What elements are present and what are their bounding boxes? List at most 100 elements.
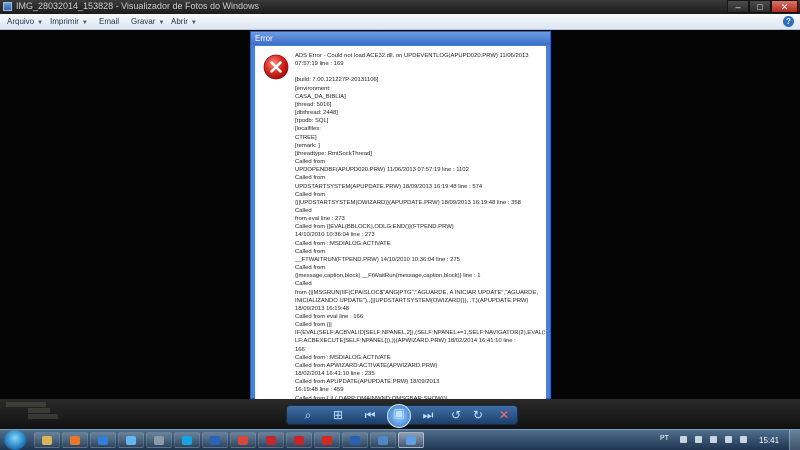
error-line: Called (295, 207, 312, 214)
tray-up-arrow-icon[interactable] (680, 436, 687, 443)
rotate-left-icon[interactable]: ↺ (448, 407, 464, 423)
error-line: Called from APUPDATE(APUPDATE.PRW) 18/09… (295, 379, 440, 386)
chevron-down-icon: ▼ (37, 20, 44, 26)
actual-size-icon[interactable]: ⊞ (330, 407, 346, 423)
error-line: Called from ::MSDIALOG:ACTIVATE (295, 240, 391, 247)
pdf-icon (322, 436, 332, 445)
error-icon (263, 54, 289, 80)
error-line: Called from (295, 191, 326, 198)
close-button[interactable]: ✕ (771, 0, 798, 13)
photo-viewer-app-icon (3, 2, 12, 11)
delete-icon[interactable]: ✕ (496, 407, 512, 423)
window-titlebar[interactable]: IMG_28032014_153828 - Visualizador de Fo… (0, 0, 800, 14)
error-line: 16:19:48 line : 459 (295, 387, 344, 394)
error-line: [remark: ] (295, 142, 320, 149)
next-icon[interactable]: ⏭ (420, 407, 436, 423)
start-button[interactable] (4, 430, 26, 450)
error-line: [environment: (295, 85, 331, 92)
window-title: IMG_28032014_153828 - Visualizador de Fo… (16, 1, 259, 11)
error-line: [localfiles: (295, 126, 321, 133)
error-message: ADS Error - Could not load ACE32.dll. on… (295, 52, 545, 399)
chevron-down-icon: ▼ (190, 20, 197, 26)
taskbar-button[interactable] (174, 432, 200, 448)
error-line: Called from (295, 159, 326, 166)
thumbnail-ghost (0, 399, 130, 419)
error-line: Called (295, 281, 312, 288)
error-line: from {||MSGRUN(IIF(CPAISLOC$"ANG|PTG","A… (295, 289, 538, 296)
chevron-down-icon: ▼ (158, 20, 165, 26)
tray-app-icon[interactable] (740, 436, 747, 443)
menu-email[interactable]: Email (99, 17, 119, 26)
error-line: CTREE] (295, 134, 317, 141)
error-line: 18/02/2014 16:41:10 line : 235 (295, 371, 375, 378)
error-line: from eval line : 273 (295, 216, 345, 223)
taskbar-button[interactable] (342, 432, 368, 448)
error-line: [thread: 5016] (295, 101, 332, 108)
menu-imprimir[interactable]: Imprimir ▼ (50, 17, 88, 26)
menu-email-label: Email (99, 17, 120, 26)
word-icon (350, 436, 360, 445)
menu-bar: Arquivo ▼ Imprimir ▼ Email Gravar ▼ Abrir ▼ … (0, 14, 800, 30)
menu-gravar[interactable]: Gravar ▼ (131, 17, 164, 26)
error-line: [dbthread: 2448] (295, 110, 338, 117)
network-icon[interactable] (710, 436, 717, 443)
taskbar-button[interactable] (398, 432, 424, 448)
help-icon[interactable]: ? (783, 16, 794, 27)
taskbar-button[interactable] (34, 432, 60, 448)
error-line: CASA_DA_BIBLIA] (295, 93, 346, 100)
previous-icon[interactable]: ⏮ (362, 407, 378, 423)
error-line: Called from (295, 265, 326, 272)
error-line: 18/09/2013 16:19:48 (295, 305, 350, 312)
app-blue-icon (98, 436, 108, 445)
error-line: __FTWAITRUN(FTPEND.PRW) 14/10/2010 10:36… (295, 256, 461, 263)
flag-icon[interactable] (695, 436, 702, 443)
dialog-title: Error (251, 32, 550, 45)
language-indicator[interactable]: PT (660, 435, 669, 442)
taskbar-button[interactable] (314, 432, 340, 448)
taskbar-button[interactable] (202, 432, 228, 448)
error-line: {|message,caption,block| __FtWaitRun(mes… (295, 273, 481, 280)
menu-gravar-label: Gravar (131, 17, 156, 26)
error-line: 07:57:19 line : 169 (295, 61, 344, 68)
maximize-button[interactable]: □ (749, 0, 771, 13)
error-line: 166 (295, 346, 305, 353)
app-red-icon (266, 436, 276, 445)
taskbar-button[interactable] (118, 432, 144, 448)
error-line: UPDSTARTSYSTEM(APUPDATE.PRW) 18/09/2013 … (295, 183, 483, 190)
zoom-icon[interactable]: ⌕ (300, 407, 316, 423)
error-line: Called from {|| (295, 322, 332, 329)
explorer-icon (42, 436, 52, 445)
minimize-button[interactable]: – (727, 0, 749, 13)
error-line: LF:ACBEXECUTE[SELF:NPANEL])),)}(APWIZARD… (295, 338, 516, 345)
menu-arquivo[interactable]: Arquivo ▼ (7, 17, 43, 26)
error-line: [threadtype: RmtSockThread] (295, 150, 372, 157)
taskbar-button[interactable] (370, 432, 396, 448)
taskbar-button[interactable] (90, 432, 116, 448)
clock[interactable]: 15:41 (759, 436, 779, 445)
error-line: INICIALIZANDO UPDATE"),,{||UPDSTARTSYSTE… (295, 297, 529, 304)
taskbar-button[interactable] (230, 432, 256, 448)
error-line: Called from (295, 175, 326, 182)
error-dialog: Error ADS Error - Could not load ACE32.d… (250, 31, 551, 399)
show-desktop-button[interactable] (789, 430, 800, 450)
dialog-body: ADS Error - Could not load ACE32.dll. on… (255, 46, 546, 399)
chevron-down-icon: ▼ (81, 20, 88, 26)
error-line: {||UPDSTARTSYSTEM(OWIZARD)}(APUPDATE.PRW… (295, 199, 521, 206)
error-line: IF(EVAL(SELF:ACBVALID[SELF:NPANEL,2]),(S… (295, 330, 545, 337)
volume-icon[interactable] (725, 436, 732, 443)
error-line: Called from {|EVAL(BBLOCK),ODLG:END()}(F… (295, 224, 454, 231)
slideshow-icon[interactable]: ▣ (387, 404, 411, 428)
rotate-right-icon[interactable]: ↻ (470, 407, 486, 423)
error-line (295, 68, 545, 76)
taskbar-button[interactable] (62, 432, 88, 448)
app-person-icon (378, 436, 388, 445)
error-line: Called from ::MSDIALOG:ACTIVATE (295, 354, 391, 361)
taskbar-button[interactable] (286, 432, 312, 448)
app-lightblue-icon (126, 436, 136, 445)
app-gray-icon (154, 436, 164, 445)
taskbar-button[interactable] (258, 432, 284, 448)
menu-abrir[interactable]: Abrir ▼ (171, 17, 197, 26)
error-line: Called from eval line : 166 (295, 314, 364, 320)
skype-icon (182, 436, 192, 445)
taskbar-button[interactable] (146, 432, 172, 448)
